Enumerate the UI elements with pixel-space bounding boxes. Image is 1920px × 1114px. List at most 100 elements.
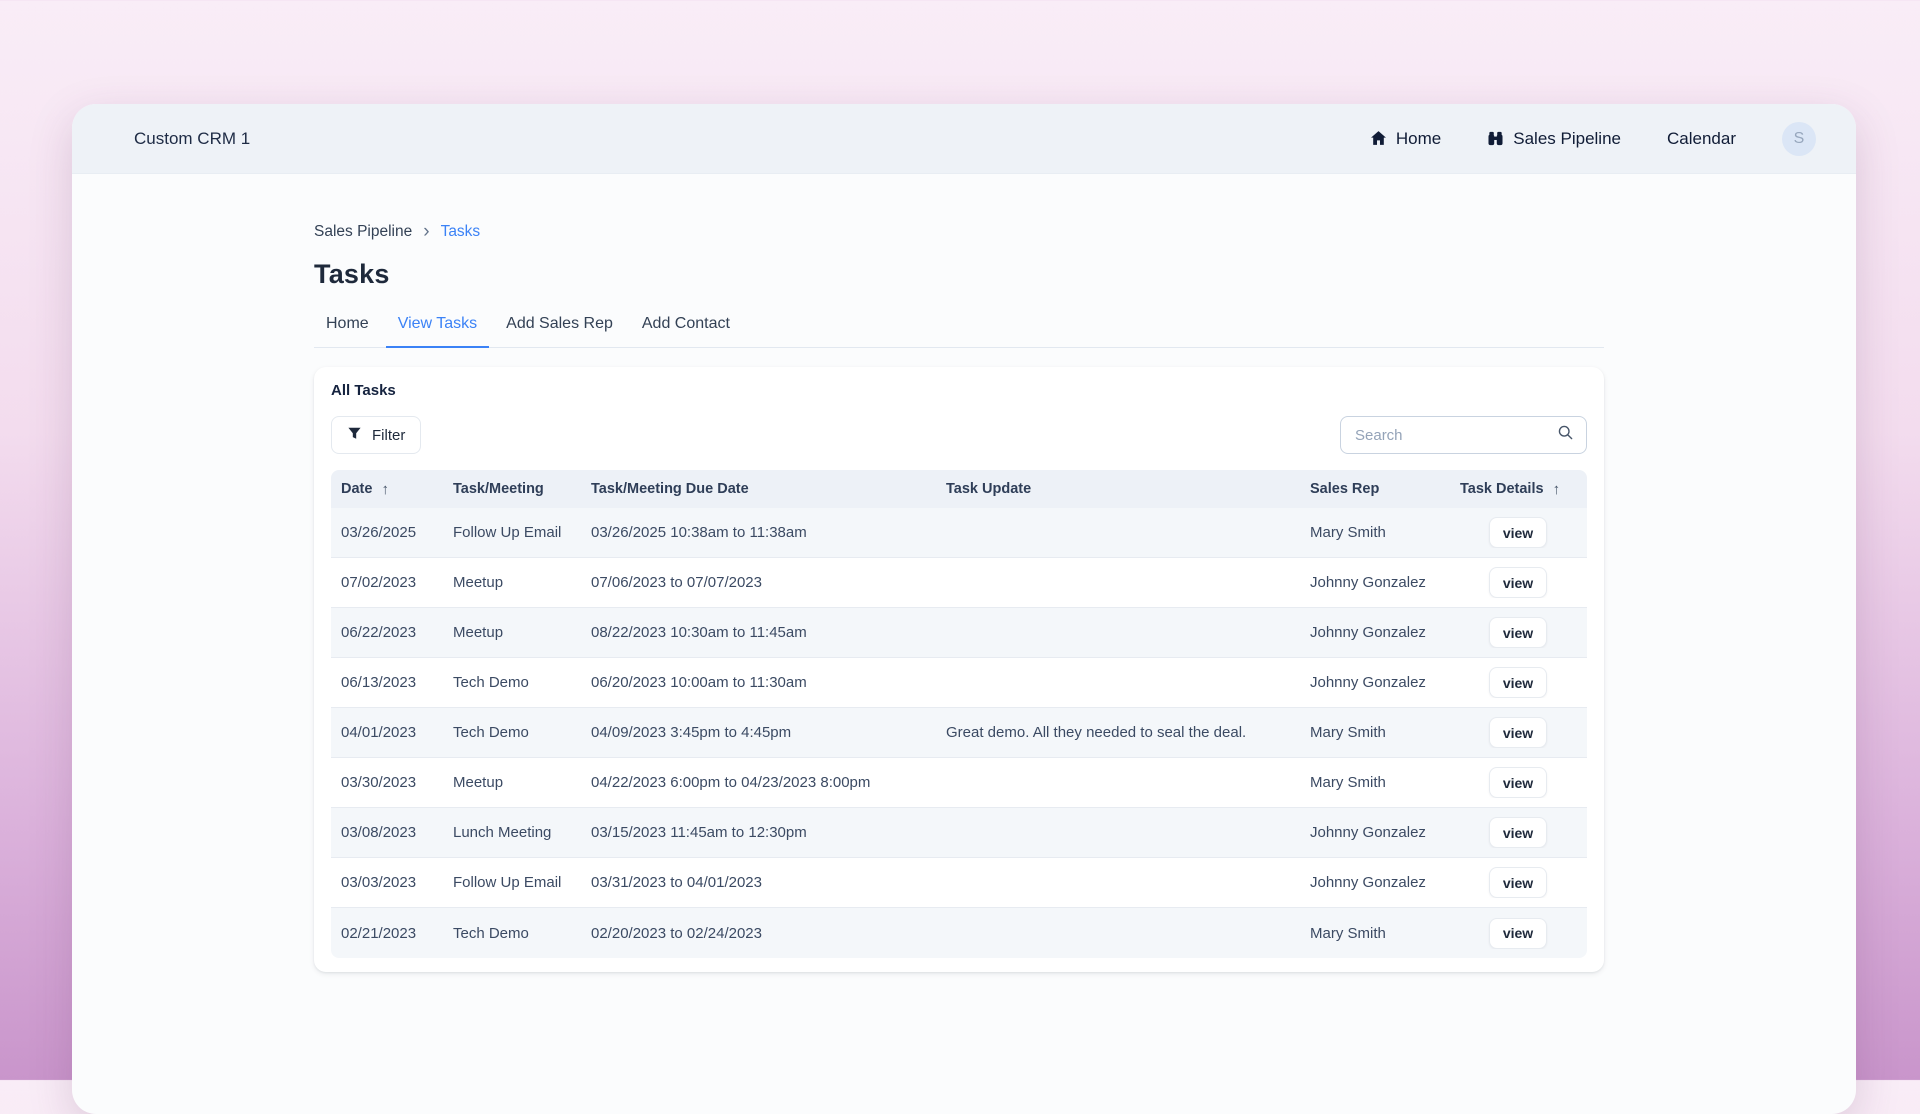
nav-item-label: Sales Pipeline: [1513, 129, 1621, 149]
chevron-right-icon: ›: [423, 225, 429, 238]
search-icon: [1557, 424, 1574, 446]
filter-label: Filter: [372, 427, 405, 444]
avatar-initial: S: [1794, 130, 1805, 148]
all-tasks-card: All Tasks Filter: [314, 367, 1604, 972]
tab-add-contact[interactable]: Add Contact: [630, 315, 742, 348]
binoculars-icon: [1487, 130, 1504, 147]
cell-sales-rep: Mary Smith: [1300, 925, 1450, 942]
table-row: 07/02/2023 Meetup 07/06/2023 to 07/07/20…: [331, 558, 1587, 608]
nav-menu: Home Sales Pipeline Calendar: [1370, 122, 1816, 156]
breadcrumb-current[interactable]: Tasks: [441, 223, 481, 241]
cell-task-update: Great demo. All they needed to seal the …: [936, 724, 1300, 741]
table-row: 02/21/2023 Tech Demo 02/20/2023 to 02/24…: [331, 908, 1587, 958]
cell-date: 03/08/2023: [331, 824, 443, 841]
nav-item-label: Home: [1396, 129, 1441, 149]
cell-date: 07/02/2023: [331, 574, 443, 591]
column-header-date[interactable]: Date ↑: [331, 481, 443, 498]
breadcrumb-parent[interactable]: Sales Pipeline: [314, 223, 412, 241]
view-button[interactable]: view: [1489, 567, 1547, 598]
cell-task-details: view: [1450, 717, 1586, 748]
cell-task-meeting: Follow Up Email: [443, 524, 581, 541]
cell-due-date: 03/26/2025 10:38am to 11:38am: [581, 524, 936, 541]
filter-icon: [347, 426, 362, 445]
card-title: All Tasks: [331, 382, 1587, 399]
cell-due-date: 08/22/2023 10:30am to 11:45am: [581, 624, 936, 641]
table-toolbar: Filter: [331, 416, 1587, 454]
cell-sales-rep: Johnny Gonzalez: [1300, 824, 1450, 841]
tab-view-tasks[interactable]: View Tasks: [386, 315, 489, 348]
cell-task-details: view: [1450, 767, 1586, 798]
nav-item-sales-pipeline[interactable]: Sales Pipeline: [1487, 129, 1621, 149]
search-box: [1340, 416, 1587, 454]
cell-task-meeting: Meetup: [443, 774, 581, 791]
table-row: 03/30/2023 Meetup 04/22/2023 6:00pm to 0…: [331, 758, 1587, 808]
cell-due-date: 04/09/2023 3:45pm to 4:45pm: [581, 724, 936, 741]
user-avatar[interactable]: S: [1782, 122, 1816, 156]
sort-ascending-icon[interactable]: ↑: [381, 481, 389, 498]
cell-sales-rep: Mary Smith: [1300, 524, 1450, 541]
cell-sales-rep: Johnny Gonzalez: [1300, 574, 1450, 591]
column-header-due-date: Task/Meeting Due Date: [581, 481, 936, 497]
tasks-table: Date ↑ Task/Meeting Task/Meeting Due Dat…: [331, 470, 1587, 958]
cell-sales-rep: Mary Smith: [1300, 774, 1450, 791]
cell-date: 06/13/2023: [331, 674, 443, 691]
cell-date: 03/03/2023: [331, 874, 443, 891]
nav-item-home[interactable]: Home: [1370, 129, 1441, 149]
cell-date: 03/26/2025: [331, 524, 443, 541]
column-label: Task Update: [946, 481, 1031, 497]
search-input[interactable]: [1353, 426, 1557, 445]
column-label: Sales Rep: [1310, 481, 1379, 497]
view-button[interactable]: view: [1489, 918, 1547, 949]
cell-task-meeting: Lunch Meeting: [443, 824, 581, 841]
home-icon: [1370, 130, 1387, 147]
nav-item-calendar[interactable]: Calendar: [1667, 129, 1736, 149]
cell-task-meeting: Meetup: [443, 624, 581, 641]
cell-due-date: 02/20/2023 to 02/24/2023: [581, 925, 936, 942]
sort-ascending-icon[interactable]: ↑: [1553, 481, 1561, 498]
cell-task-details: view: [1450, 517, 1586, 548]
cell-task-details: view: [1450, 617, 1586, 648]
page-content: Sales Pipeline › Tasks Tasks Home View T…: [72, 174, 1856, 972]
tab-home[interactable]: Home: [314, 315, 381, 348]
filter-button[interactable]: Filter: [331, 416, 421, 454]
cell-task-meeting: Tech Demo: [443, 724, 581, 741]
view-button[interactable]: view: [1489, 817, 1547, 848]
cell-task-meeting: Meetup: [443, 574, 581, 591]
cell-due-date: 04/22/2023 6:00pm to 04/23/2023 8:00pm: [581, 774, 936, 791]
cell-task-details: view: [1450, 567, 1586, 598]
cell-due-date: 03/15/2023 11:45am to 12:30pm: [581, 824, 936, 841]
cell-sales-rep: Johnny Gonzalez: [1300, 674, 1450, 691]
table-row: 03/26/2025 Follow Up Email 03/26/2025 10…: [331, 508, 1587, 558]
cell-sales-rep: Johnny Gonzalez: [1300, 624, 1450, 641]
view-button[interactable]: view: [1489, 517, 1547, 548]
table-row: 06/13/2023 Tech Demo 06/20/2023 10:00am …: [331, 658, 1587, 708]
cell-task-meeting: Tech Demo: [443, 674, 581, 691]
cell-due-date: 03/31/2023 to 04/01/2023: [581, 874, 936, 891]
cell-task-details: view: [1450, 867, 1586, 898]
cell-task-details: view: [1450, 918, 1586, 949]
cell-due-date: 06/20/2023 10:00am to 11:30am: [581, 674, 936, 691]
view-button[interactable]: view: [1489, 617, 1547, 648]
column-header-sales-rep: Sales Rep: [1300, 481, 1450, 497]
cell-task-meeting: Tech Demo: [443, 925, 581, 942]
nav-item-label: Calendar: [1667, 129, 1736, 149]
table-row: 04/01/2023 Tech Demo 04/09/2023 3:45pm t…: [331, 708, 1587, 758]
column-header-task-update: Task Update: [936, 481, 1300, 497]
view-button[interactable]: view: [1489, 767, 1547, 798]
top-nav: Custom CRM 1 Home Sales: [72, 104, 1856, 174]
cell-date: 06/22/2023: [331, 624, 443, 641]
tab-bar: Home View Tasks Add Sales Rep Add Contac…: [314, 315, 1604, 348]
column-label: Task/Meeting: [453, 481, 544, 497]
cell-task-meeting: Follow Up Email: [443, 874, 581, 891]
tab-add-sales-rep[interactable]: Add Sales Rep: [494, 315, 625, 348]
column-header-task-details[interactable]: Task Details ↑: [1450, 481, 1586, 498]
cell-task-details: view: [1450, 667, 1586, 698]
view-button[interactable]: view: [1489, 717, 1547, 748]
cell-date: 04/01/2023: [331, 724, 443, 741]
view-button[interactable]: view: [1489, 867, 1547, 898]
table-body: 03/26/2025 Follow Up Email 03/26/2025 10…: [331, 508, 1587, 958]
breadcrumb: Sales Pipeline › Tasks: [314, 222, 1856, 241]
table-row: 03/03/2023 Follow Up Email 03/31/2023 to…: [331, 858, 1587, 908]
view-button[interactable]: view: [1489, 667, 1547, 698]
app-window: Custom CRM 1 Home Sales: [72, 104, 1856, 1114]
